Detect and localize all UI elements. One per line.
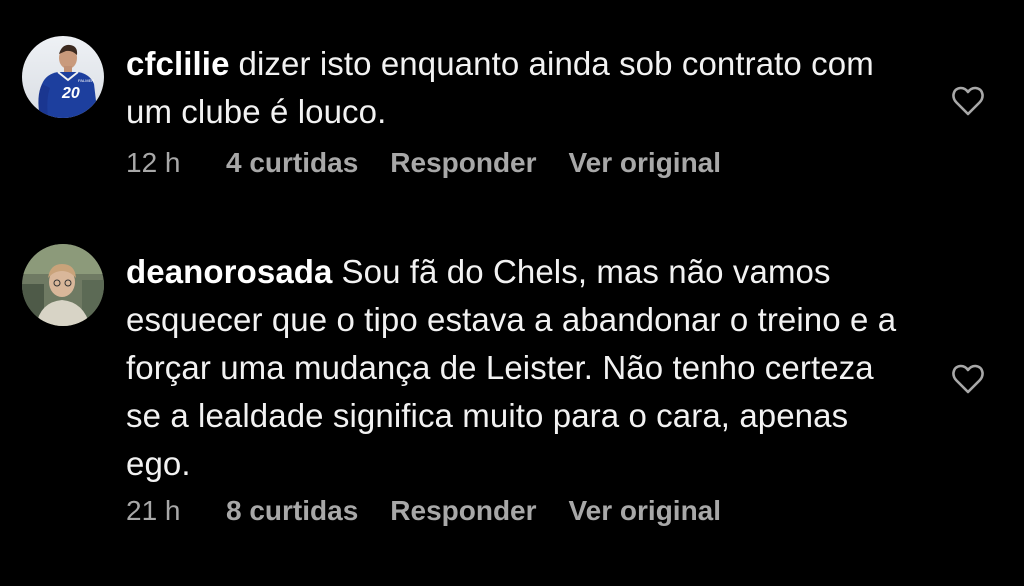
like-heart-icon[interactable] xyxy=(952,364,984,394)
jersey-number: 20 xyxy=(61,85,80,102)
comment-meta: 21 h 8 curtidas Responder Ver original xyxy=(126,494,721,528)
avatar-deanorosada[interactable] xyxy=(22,244,104,326)
comment-timestamp: 21 h xyxy=(126,495,181,526)
svg-text:PALMER: PALMER xyxy=(78,78,94,83)
like-heart-icon[interactable] xyxy=(952,86,984,116)
see-original-button[interactable]: Ver original xyxy=(569,146,722,180)
comment-text: cfclilie dizer isto enquanto ainda sob co… xyxy=(126,40,916,136)
comment-body: dizer isto enquanto ainda sob contrato c… xyxy=(126,45,874,130)
reply-button[interactable]: Responder xyxy=(390,494,536,528)
reply-button[interactable]: Responder xyxy=(390,146,536,180)
comment-username[interactable]: cfclilie xyxy=(126,45,230,82)
comment-timestamp: 12 h xyxy=(126,147,181,178)
avatar-image: 20 PALMER xyxy=(22,36,104,118)
avatar-image xyxy=(22,244,104,326)
see-original-button[interactable]: Ver original xyxy=(569,494,722,528)
likes-count-link[interactable]: 4 curtidas xyxy=(226,146,358,180)
comment-meta: 12 h 4 curtidas Responder Ver original xyxy=(126,146,721,180)
avatar-cfclilie[interactable]: 20 PALMER xyxy=(22,36,104,118)
comment-username[interactable]: deanorosada xyxy=(126,253,333,290)
comment-text: deanorosada Sou fã do Chels, mas não vamo… xyxy=(126,248,916,488)
likes-count-link[interactable]: 8 curtidas xyxy=(226,494,358,528)
